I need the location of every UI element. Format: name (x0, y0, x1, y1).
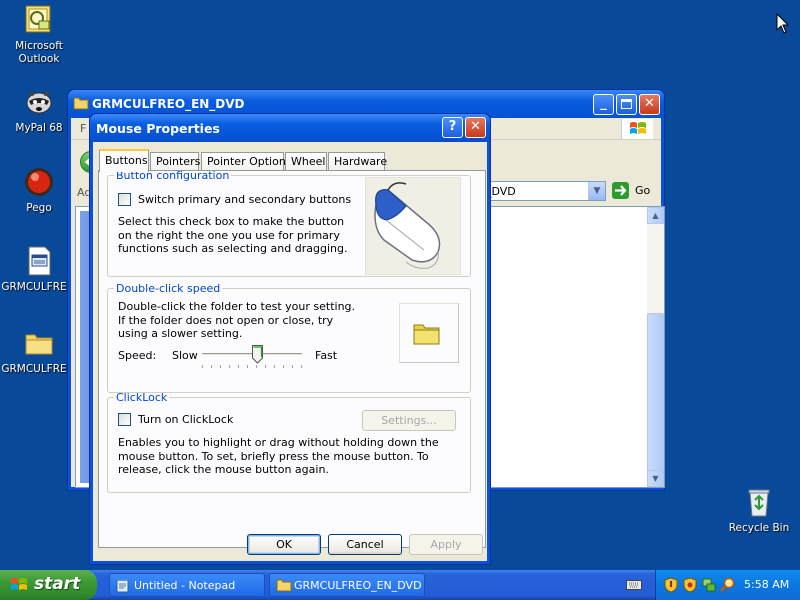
scroll-down-button[interactable]: ▼ (647, 470, 664, 487)
apply-button[interactable]: Apply (409, 534, 483, 555)
dialog-client: Buttons Pointers Pointer Options Wheel H… (93, 142, 487, 561)
maximize-button[interactable] (616, 94, 637, 115)
clicklock-checkbox[interactable] (118, 413, 131, 426)
network-icon[interactable] (702, 577, 716, 596)
tab-buttons[interactable]: Buttons (99, 149, 149, 172)
fast-label: Fast (315, 349, 338, 362)
go-label: Go (635, 184, 651, 197)
scroll-thumb[interactable] (647, 313, 664, 471)
minimize-button[interactable]: _ (593, 94, 614, 115)
dropdown-arrow-icon[interactable]: ▼ (588, 182, 605, 200)
taskbar-item-label: Untitled - Notepad (134, 579, 236, 592)
maximize-icon (621, 99, 632, 109)
mouse-icon (374, 182, 441, 269)
double-click-speed-slider[interactable] (202, 343, 306, 369)
help-button[interactable]: ? (442, 117, 463, 138)
dialog-titlebar[interactable]: Mouse Properties ? ✕ (90, 114, 490, 142)
clicklock-legend: ClickLock (116, 391, 168, 404)
installer-file-icon (23, 245, 55, 277)
slider-ticks (202, 365, 302, 368)
recycle-bin-icon (743, 486, 775, 518)
mouse-cursor-icon (776, 12, 790, 38)
go-arrow-icon (612, 182, 629, 199)
dialog-title: Mouse Properties (96, 121, 220, 136)
clicklock-label[interactable]: Turn on ClickLock (138, 413, 233, 426)
clicklock-settings-button[interactable]: Settings... (362, 410, 456, 431)
explorer-title: GRMCULFREO_EN_DVD (92, 97, 245, 111)
vertical-scrollbar[interactable]: ▲ ▼ (647, 207, 664, 487)
go-button[interactable]: Go (611, 181, 657, 201)
menu-file[interactable]: F (80, 122, 86, 135)
system-tray: 5:58 AM (655, 570, 800, 600)
start-button[interactable]: start (0, 570, 97, 600)
outlook-icon (23, 4, 55, 36)
double-click-description: Double-click the folder to test your set… (118, 300, 356, 340)
scroll-up-button[interactable]: ▲ (647, 207, 664, 224)
search-icon[interactable] (720, 577, 735, 596)
close-button[interactable]: ✕ (465, 117, 486, 138)
desktop-icon-label: Outlook (18, 53, 60, 65)
slow-label: Slow (172, 349, 198, 362)
switch-buttons-checkbox[interactable] (118, 193, 131, 206)
clock[interactable]: 5:58 AM (744, 578, 789, 591)
taskbar: start Untitled - Notepad GRMCULFREO_EN_D… (0, 570, 800, 600)
taskbar-item-label: GRMCULFREO_EN_DVD (294, 579, 422, 592)
close-button[interactable]: ✕ (639, 94, 660, 115)
notepad-icon (116, 578, 130, 596)
windows-flag-icon (9, 576, 29, 599)
security-shield-icon[interactable] (664, 577, 678, 596)
folder-icon (73, 96, 89, 113)
slider-thumb[interactable] (252, 345, 263, 364)
keyboard-icon[interactable] (626, 579, 642, 594)
taskbar-item-explorer[interactable]: GRMCULFREO_EN_DVD (269, 573, 425, 597)
raccoon-icon (23, 86, 55, 118)
taskbar-item-notepad[interactable]: Untitled - Notepad (109, 573, 265, 597)
double-click-test-area[interactable] (399, 303, 459, 363)
ok-button[interactable]: OK (247, 534, 321, 555)
button-configuration-description: Select this check box to make the button… (118, 215, 348, 255)
folder-icon (23, 327, 55, 359)
windows-logo-icon (621, 119, 653, 139)
test-folder-icon (413, 324, 440, 345)
switch-buttons-label[interactable]: Switch primary and secondary buttons (138, 193, 351, 206)
red-ball-icon (23, 166, 55, 198)
desktop-icon-label: Microsoft (15, 40, 63, 52)
start-label: start (34, 574, 81, 594)
double-click-speed-legend: Double-click speed (116, 282, 221, 295)
mouse-illustration (365, 177, 461, 275)
speed-label: Speed: (118, 349, 157, 362)
cancel-button[interactable]: Cancel (328, 534, 402, 555)
desktop-icon-outlook[interactable]: Microsoft Outlook (0, 4, 78, 66)
clicklock-description: Enables you to highlight or drag without… (118, 436, 439, 476)
mouse-properties-dialog: Mouse Properties ? ✕ Buttons Pointers Po… (89, 113, 491, 565)
security-alert-icon[interactable] (683, 577, 697, 596)
desktop-icon-recycle-bin[interactable]: Recycle Bin (720, 486, 798, 535)
tab-panel-buttons: Button configuration Switch primary and … (98, 169, 486, 548)
desktop-icon-label: Recycle Bin (728, 522, 790, 534)
folder-icon (276, 578, 292, 595)
address-field[interactable]: _DVD ▼ (483, 181, 606, 201)
